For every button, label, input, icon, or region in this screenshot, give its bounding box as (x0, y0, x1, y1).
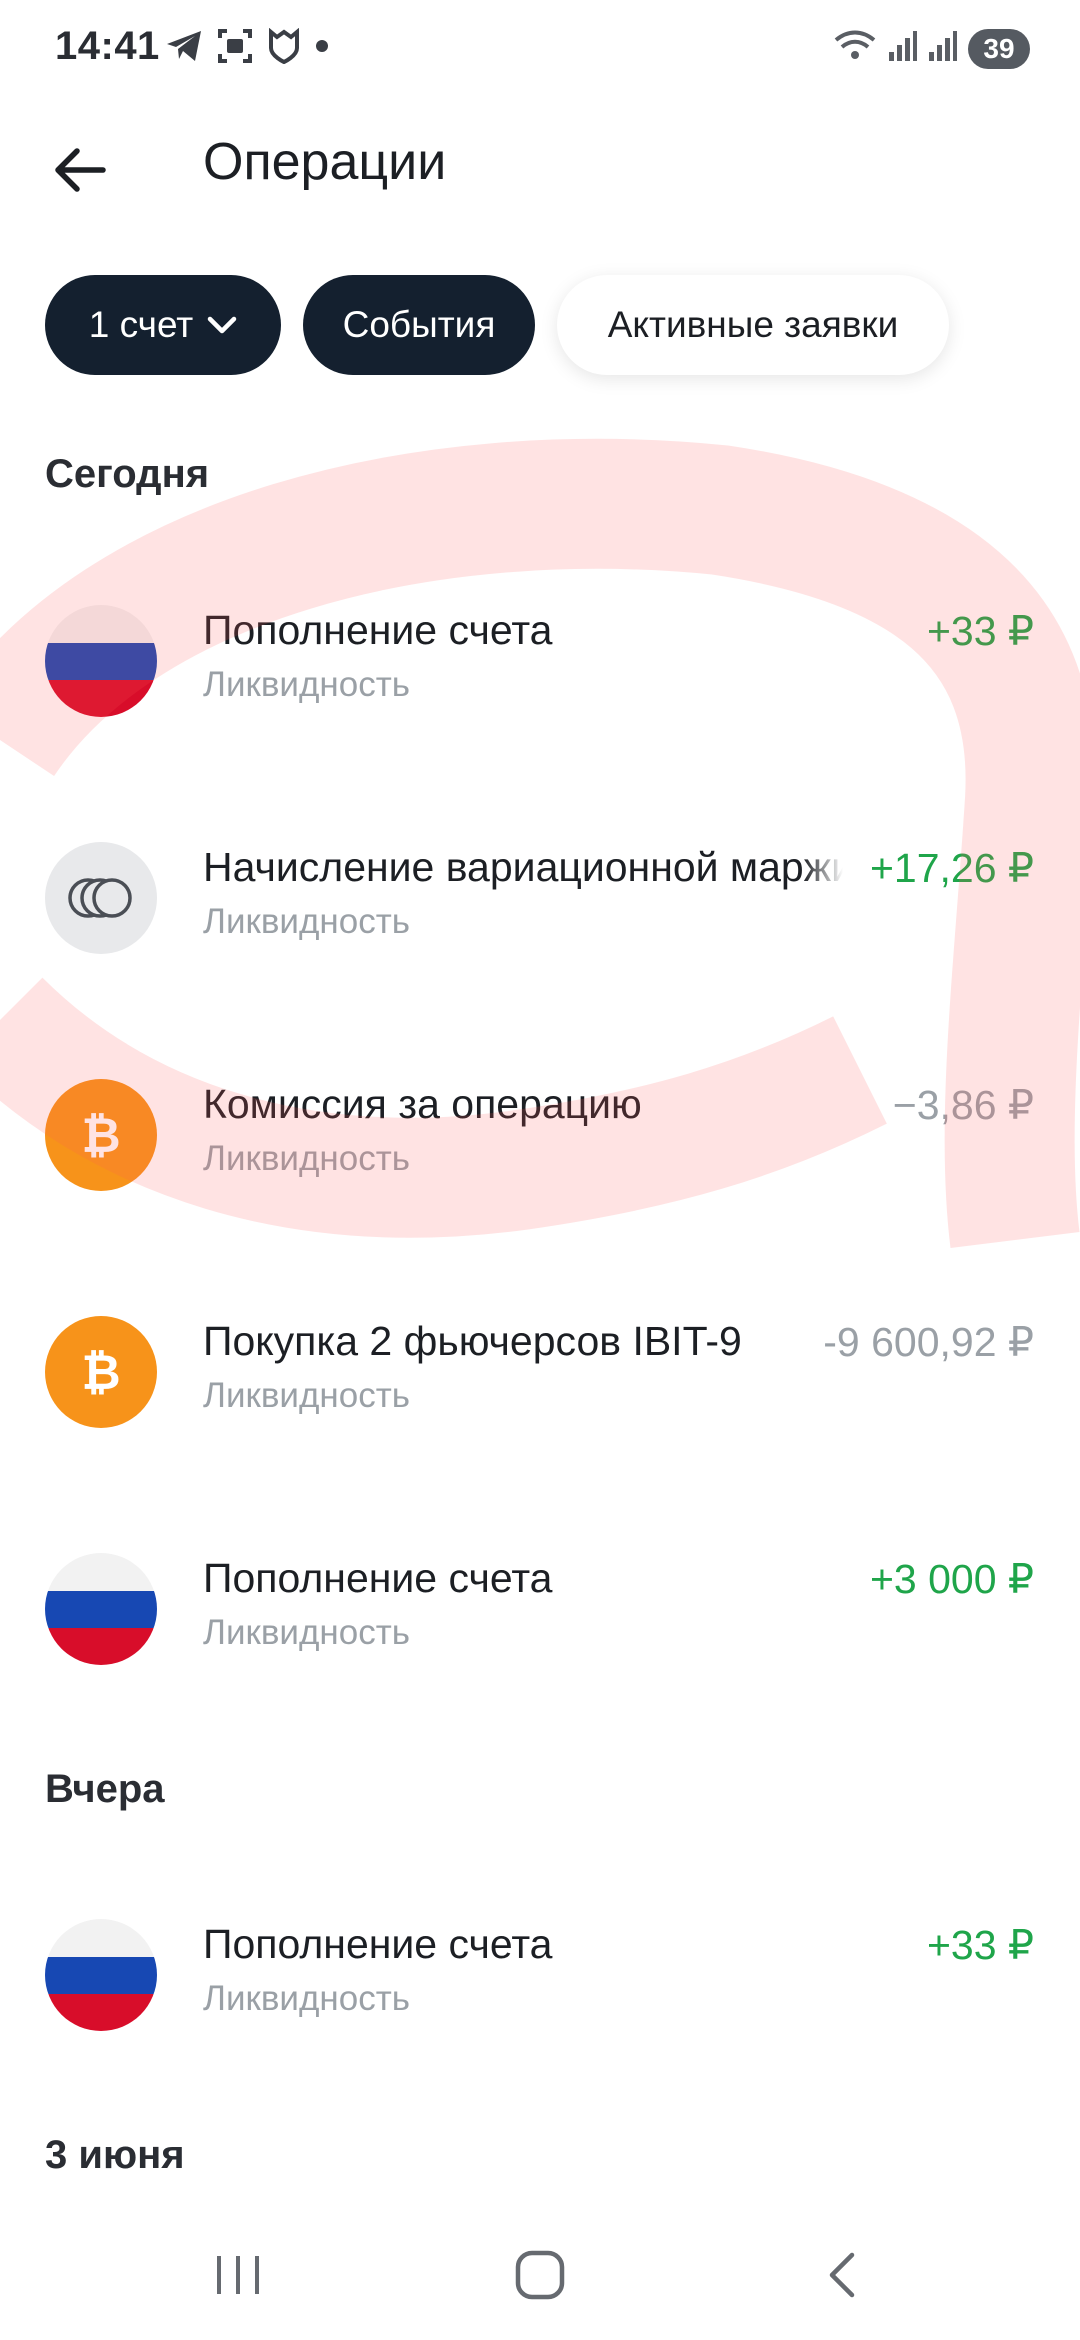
operation-amount: +17,26 ₽ (861, 844, 1034, 892)
chevron-down-icon (207, 315, 237, 335)
russia-flag-icon (45, 1553, 157, 1665)
back-nav-button[interactable] (802, 2235, 882, 2315)
operation-amount: +3 000 ₽ (861, 1555, 1034, 1603)
screen-capture-icon (217, 28, 253, 69)
operation-row[interactable]: ₿ Покупка 2 фьючерсов IBIT-9 Ликвидность… (0, 1266, 1080, 1466)
battery-indicator: 39 (968, 28, 1030, 69)
bitcoin-icon: ₿ (45, 1316, 157, 1428)
status-icons-left (165, 27, 329, 69)
operation-amount: +33 ₽ (918, 1921, 1034, 1969)
telegram-icon (165, 29, 203, 68)
operation-row[interactable]: Пополнение счета Ликвидность +33 ₽ (0, 555, 1080, 755)
operation-row[interactable]: Пополнение счета Ликвидность +3 000 ₽ (0, 1503, 1080, 1703)
section-title-yesterday: Вчера (45, 1767, 165, 1811)
operation-subtitle: Ликвидность (203, 665, 410, 704)
header: Операции (0, 110, 1080, 220)
back-button[interactable] (40, 130, 120, 210)
operation-title: Пополнение счета (203, 1921, 553, 1967)
coins-icon (45, 842, 157, 954)
operation-row[interactable]: ₿ Комиссия за операцию Ликвидность −3,86… (0, 1029, 1080, 1229)
svg-text:₿: ₿ (81, 1345, 120, 1401)
recent-apps-button[interactable] (198, 2235, 278, 2315)
operation-title: Комиссия за операцию (203, 1081, 642, 1127)
home-button[interactable] (500, 2235, 580, 2315)
operation-title: Пополнение счета (203, 1555, 553, 1601)
arrow-left-icon (55, 148, 106, 192)
wifi-icon (832, 28, 878, 69)
home-icon (515, 2250, 565, 2300)
operation-row[interactable]: Пополнение счета Ликвидность +33 ₽ (0, 1869, 1080, 2069)
russia-flag-icon (45, 605, 157, 717)
signal-icon (888, 30, 918, 67)
recent-apps-icon (217, 2256, 259, 2294)
page-title: Операции (203, 133, 447, 191)
operation-subtitle: Ликвидность (203, 902, 410, 941)
operations-screen: 14:41 39 Операции 1 счет События Активны… (0, 0, 1080, 2340)
mi-shield-icon (267, 27, 301, 69)
russia-flag-icon (45, 1919, 157, 2031)
status-icons-right: 39 (832, 28, 1030, 69)
accounts-filter-chip[interactable]: 1 счет (45, 275, 281, 375)
operation-title: Пополнение счета (203, 607, 553, 653)
operation-subtitle: Ликвидность (203, 1139, 410, 1178)
bitcoin-icon: ₿ (45, 1079, 157, 1191)
events-filter-chip[interactable]: События (303, 275, 535, 375)
svg-text:₿: ₿ (81, 1108, 120, 1164)
section-title-june3: 3 июня (45, 2133, 185, 2177)
operation-subtitle: Ликвидность (203, 1376, 410, 1415)
operation-subtitle: Ликвидность (203, 1613, 410, 1652)
notification-dot-icon (315, 39, 329, 58)
operation-row[interactable]: Начисление вариационной маржи Ликвидност… (0, 792, 1080, 992)
operation-amount: −3,86 ₽ (884, 1081, 1034, 1129)
signal-icon (928, 30, 958, 67)
operation-title: Начисление вариационной маржи (203, 844, 843, 891)
status-time: 14:41 (55, 24, 160, 68)
operation-subtitle: Ликвидность (203, 1979, 410, 2018)
system-navigation-bar (0, 2205, 1080, 2340)
filter-chips: 1 счет События Активные заявки (45, 275, 949, 375)
accounts-filter-label: 1 счет (88, 304, 194, 345)
operation-amount: -9 600,92 ₽ (815, 1318, 1034, 1366)
status-bar: 14:41 39 (0, 0, 1080, 100)
section-title-today: Сегодня (45, 452, 210, 496)
operation-amount: +33 ₽ (918, 607, 1034, 655)
back-icon (829, 2252, 855, 2298)
active-orders-filter-chip[interactable]: Активные заявки (557, 275, 949, 375)
operation-title: Покупка 2 фьючерсов IBIT-9 (203, 1318, 803, 1365)
